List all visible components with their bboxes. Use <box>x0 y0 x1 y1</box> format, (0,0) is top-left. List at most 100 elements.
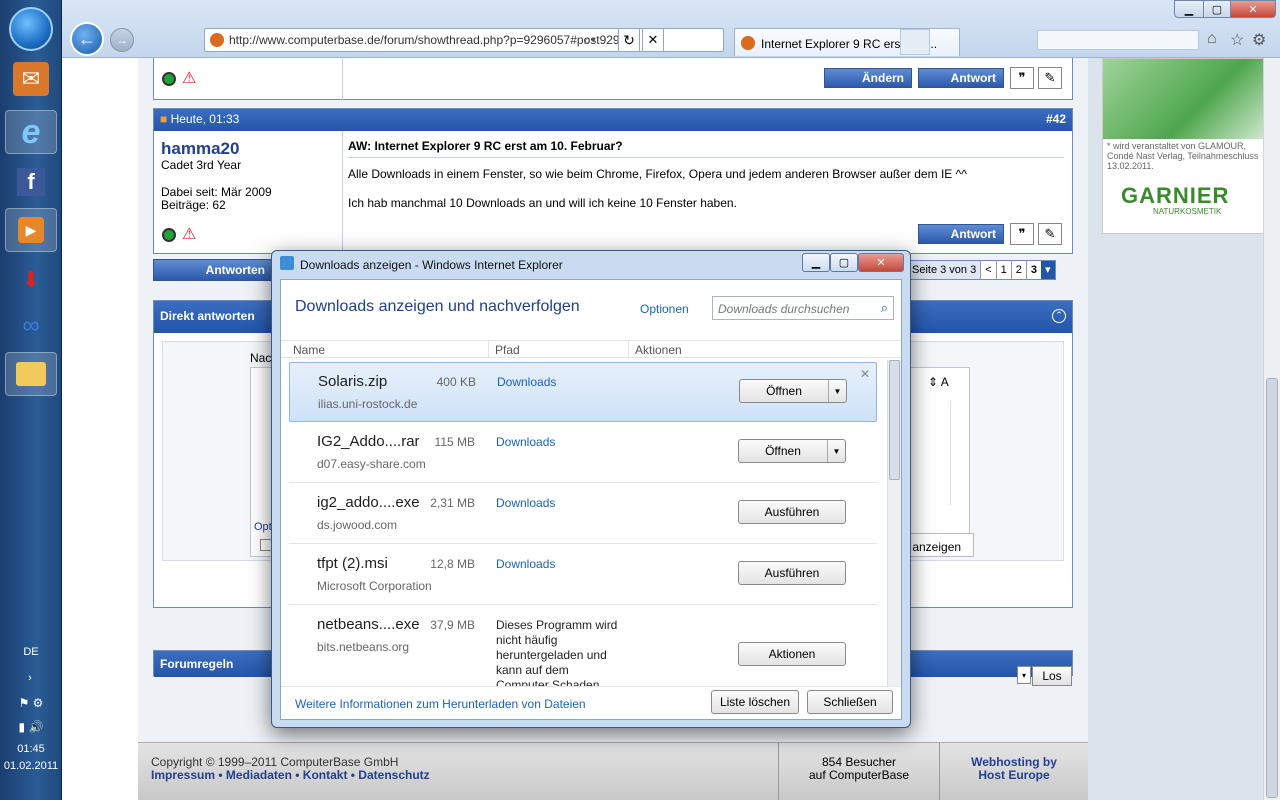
list-scrollbar[interactable] <box>887 360 901 686</box>
pagination: Seite 3 von 3 < 1 2 3 ▾ <box>907 260 1056 280</box>
forum-rules-title[interactable]: Forumregeln <box>160 657 233 674</box>
download-row[interactable]: Solaris.zip 400 KB ilias.uni-rostock.de … <box>289 362 877 422</box>
new-tab-button[interactable] <box>900 29 930 55</box>
file-path[interactable]: Downloads <box>496 435 555 449</box>
options-link[interactable]: Opt <box>254 521 272 533</box>
hosting-provider[interactable]: Host Europe <box>940 768 1088 782</box>
outlook-icon[interactable]: ✉ <box>13 62 49 96</box>
editor-toolbar-icon[interactable]: ⇕ A <box>928 375 949 389</box>
dialog-maximize-icon[interactable]: ▢ <box>830 253 858 272</box>
page-scrollbar[interactable] <box>1263 58 1280 800</box>
file-path[interactable]: Downloads <box>496 557 555 571</box>
options-link[interactable]: Optionen <box>640 302 689 316</box>
run-button[interactable]: Ausführen <box>738 561 846 585</box>
page-prev[interactable]: < <box>980 261 995 279</box>
favorites-star-icon[interactable]: ☆ <box>1230 30 1244 50</box>
multiquote-icon[interactable]: ✎ <box>1038 223 1062 245</box>
file-name: tfpt (2).msi <box>317 555 388 572</box>
go-button[interactable]: Los <box>1032 666 1072 686</box>
clock-time[interactable]: 01:45 <box>0 743 62 755</box>
search-dropdown-icon[interactable]: ⌕▾ <box>584 33 596 48</box>
post-number[interactable]: #42 <box>1046 112 1066 128</box>
online-status-icon <box>162 72 176 86</box>
file-name: ig2_addo....exe <box>317 494 420 511</box>
col-name[interactable]: Name <box>293 343 325 357</box>
download-manager-icon[interactable]: ⬇ <box>5 258 57 302</box>
close-button[interactable]: Schließen <box>807 690 893 714</box>
actions-button[interactable]: Aktionen <box>738 642 846 666</box>
maximize-icon[interactable]: ▢ <box>1203 0 1231 18</box>
start-button[interactable] <box>9 7 53 51</box>
advertisement[interactable]: * wird veranstaltet von GLAMOUR, Condé N… <box>1102 58 1263 234</box>
refresh-icon[interactable]: ↻ <box>618 28 640 52</box>
forward-icon[interactable]: → <box>110 28 134 52</box>
report-warning-icon[interactable]: ⚠ <box>182 224 196 244</box>
dialog-close-icon[interactable]: ✕ <box>858 253 904 272</box>
info-link[interactable]: Weitere Informationen zum Herunterladen … <box>295 697 586 711</box>
chevron-right-icon[interactable]: › <box>20 672 40 684</box>
home-icon[interactable]: ⌂ <box>1207 30 1217 48</box>
back-icon[interactable]: ← <box>70 22 104 56</box>
online-status-icon <box>162 228 176 242</box>
page-2[interactable]: 2 <box>1010 261 1026 279</box>
footer-links[interactable]: Impressum • Mediadaten • Kontakt • Daten… <box>151 768 430 782</box>
visitor-count: 854 Besucher <box>821 755 897 769</box>
scrollbar-thumb[interactable] <box>1266 378 1278 798</box>
download-row[interactable]: ig2_addo....exe 2,31 MB ds.jowood.com Do… <box>289 484 877 544</box>
page-menu-icon[interactable]: ▾ <box>1041 261 1055 279</box>
dialog-minimize-icon[interactable]: ▁ <box>802 253 830 272</box>
media-player-icon[interactable]: ▶ <box>5 208 57 252</box>
editor-scrollbar[interactable] <box>950 401 964 505</box>
infinity-icon[interactable]: ∞ <box>5 304 57 348</box>
edit-button[interactable]: Ändern <box>824 68 912 88</box>
clock-date[interactable]: 01.02.2011 <box>0 760 62 772</box>
ie-icon[interactable]: e <box>5 110 57 154</box>
close-window-icon[interactable]: ✕ <box>1230 0 1276 18</box>
minimize-icon[interactable]: ▁ <box>1174 0 1204 18</box>
file-size: 115 MB <box>434 435 475 449</box>
settings-gear-icon[interactable]: ⚙ <box>1252 30 1266 50</box>
taskbar: ✉ e f ▶ ⬇ ∞ DE › ⚑ ⚙ ▮ 🔊 01:45 01.02.201… <box>0 0 62 800</box>
dropdown-arrow-icon[interactable]: ▼ <box>827 440 845 462</box>
file-path[interactable]: Downloads <box>496 496 555 510</box>
tray-volume-icon[interactable]: ▮ 🔊 <box>0 720 62 734</box>
downloads-search-input[interactable]: Downloads durchsuchen ⌕ <box>712 296 894 320</box>
search-icon[interactable]: ⌕ <box>881 300 888 316</box>
multiquote-icon[interactable]: ✎ <box>1038 67 1062 89</box>
page-3[interactable]: 3 <box>1025 261 1041 279</box>
file-path[interactable]: Downloads <box>497 375 556 389</box>
run-button[interactable]: Ausführen <box>738 500 846 524</box>
quote-icon[interactable]: ❞ <box>1010 223 1034 245</box>
post-username[interactable]: hamma20 <box>161 139 239 159</box>
reply-button[interactable]: Antwort <box>918 224 1004 244</box>
collapse-icon[interactable]: ⌃ <box>1052 309 1066 323</box>
col-path[interactable]: Pfad <box>495 343 520 357</box>
new-reply-button[interactable]: Antworten <box>153 259 273 281</box>
clear-list-button[interactable]: Liste löschen <box>711 690 799 714</box>
hosting-label[interactable]: Webhosting by <box>940 755 1088 769</box>
file-name: netbeans....exe <box>317 616 420 633</box>
reply-button[interactable]: Antwort <box>918 68 1004 88</box>
quick-reply-label: Nac <box>250 351 272 365</box>
download-row[interactable]: IG2_Addo....rar 115 MB d07.easy-share.co… <box>289 423 877 483</box>
download-row[interactable]: netbeans....exe 37,9 MB bits.netbeans.or… <box>289 606 877 686</box>
open-button[interactable]: Öffnen ▼ <box>739 379 847 403</box>
facebook-icon[interactable]: f <box>5 160 57 204</box>
list-scrollbar-thumb[interactable] <box>889 360 900 480</box>
search-box[interactable] <box>1037 30 1199 50</box>
explorer-icon[interactable] <box>5 352 57 396</box>
download-row[interactable]: tfpt (2).msi 12,8 MB Microsoft Corporati… <box>289 545 877 605</box>
post-text-line1: Alle Downloads in einem Fenster, so wie … <box>348 167 967 181</box>
language-indicator[interactable]: DE <box>0 646 62 658</box>
page-1[interactable]: 1 <box>995 261 1011 279</box>
quote-icon[interactable]: ❞ <box>1010 67 1034 89</box>
open-button[interactable]: Öffnen ▼ <box>738 439 846 463</box>
jump-select-arrow-icon[interactable]: ▾ <box>1017 666 1031 684</box>
report-warning-icon[interactable]: ⚠ <box>182 68 196 88</box>
dropdown-arrow-icon[interactable]: ▼ <box>828 380 846 402</box>
tray-flag-icon[interactable]: ⚑ ⚙ <box>0 696 62 710</box>
remove-icon[interactable]: ✕ <box>860 367 870 381</box>
col-actions[interactable]: Aktionen <box>635 343 682 357</box>
stop-icon[interactable]: ✕ <box>642 28 664 52</box>
open-label: Öffnen <box>766 384 802 398</box>
